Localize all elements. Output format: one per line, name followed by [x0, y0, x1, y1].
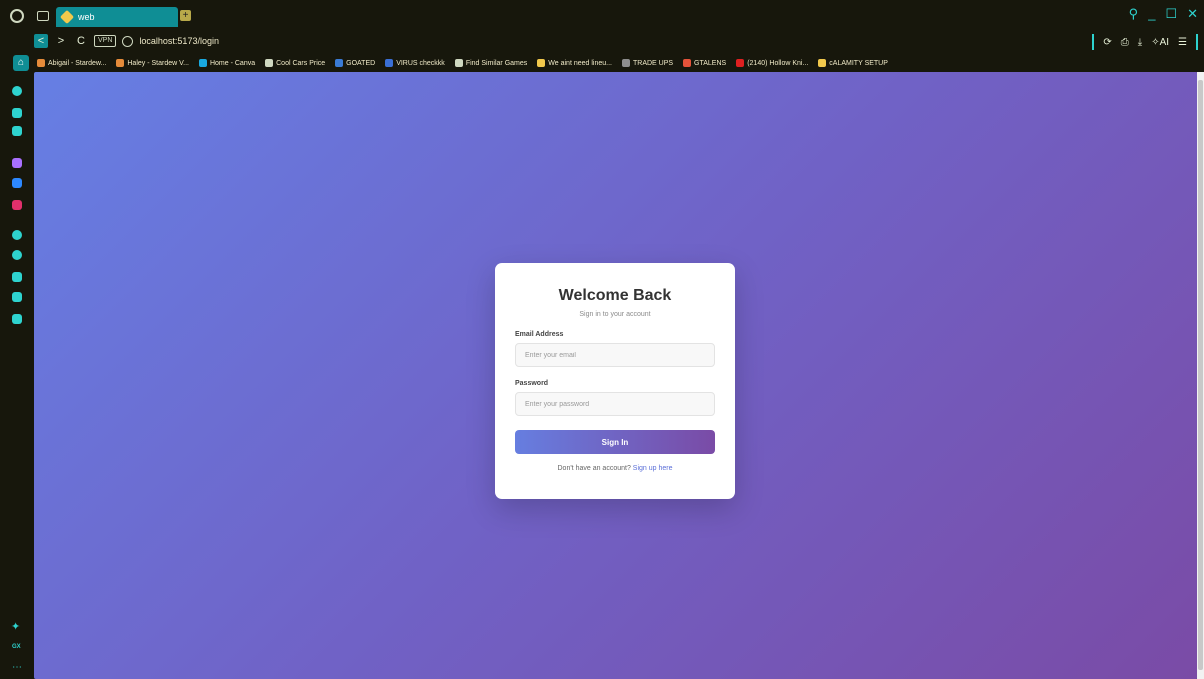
- bookmark-favicon-icon: [116, 59, 125, 67]
- page-title: Welcome Back: [558, 287, 672, 304]
- login-card: Welcome Back Sign in to your account Ema…: [495, 263, 735, 499]
- bookmark-favicon-icon: [335, 59, 344, 67]
- bookmark-favicon-icon: [683, 59, 692, 67]
- bookmark-item[interactable]: GOATED: [335, 59, 375, 67]
- bookmark-item[interactable]: TRADE UPS: [621, 59, 674, 67]
- bookmark-label: GOATED: [346, 59, 376, 67]
- browser-window: web + ⚲ _ ☐ ✕ < > C VPN localhost:5173/l…: [0, 0, 1204, 679]
- signup-prompt: Don't have an account? Sign up here: [515, 465, 715, 472]
- favicon-icon: [59, 9, 75, 25]
- signup-prompt-text: Don't have an account?: [557, 465, 631, 472]
- history-icon[interactable]: [12, 250, 22, 260]
- menu-icon[interactable]: ☰: [1178, 37, 1187, 48]
- tab-islands-icon[interactable]: [37, 11, 49, 21]
- bookmark-favicon-icon: [454, 59, 463, 67]
- bookmark-item[interactable]: Abigail - Stardew...: [37, 59, 106, 67]
- settings-icon[interactable]: [12, 314, 22, 324]
- bookmark-favicon-icon: [621, 59, 630, 67]
- page-subtitle: Sign in to your account: [579, 311, 651, 318]
- bookmark-label: Haley - Stardew V...: [127, 59, 189, 67]
- forward-button[interactable]: >: [54, 34, 68, 48]
- back-button[interactable]: <: [34, 34, 48, 48]
- bookmark-item[interactable]: GTALENS: [683, 59, 726, 67]
- minimize-button[interactable]: _: [1148, 6, 1155, 22]
- close-button[interactable]: ✕: [1187, 6, 1198, 22]
- bookmark-favicon-icon: [818, 59, 827, 67]
- bookmark-item[interactable]: VIRUS checkkk: [385, 59, 445, 67]
- divider: [1196, 34, 1198, 50]
- window-controls: ⚲ _ ☐ ✕: [1129, 6, 1198, 22]
- divider: [1092, 34, 1095, 50]
- vpn-badge[interactable]: VPN: [94, 35, 117, 47]
- bookmark-favicon-icon: [385, 59, 394, 67]
- tab-title: web: [78, 12, 95, 22]
- downloads-icon[interactable]: [12, 272, 22, 282]
- address-input[interactable]: localhost:5173/login: [139, 36, 219, 46]
- bookmark-favicon-icon: [736, 59, 745, 67]
- scrollbar-thumb[interactable]: [1198, 80, 1203, 670]
- instagram-icon[interactable]: [12, 200, 22, 210]
- site-info-icon[interactable]: [122, 35, 134, 47]
- bookmark-item[interactable]: Cool Cars Price: [265, 59, 325, 67]
- snapshot-icon[interactable]: ⟳: [1103, 37, 1111, 48]
- bookmark-label: Abigail - Stardew...: [48, 59, 107, 67]
- aria-icon[interactable]: [12, 86, 22, 96]
- password-field[interactable]: [515, 392, 715, 416]
- messenger-icon[interactable]: [12, 178, 22, 188]
- twitch-icon[interactable]: [12, 158, 22, 168]
- chat-icon[interactable]: [12, 108, 22, 118]
- bookmark-label: VIRUS checkkk: [396, 59, 445, 67]
- bookmark-item[interactable]: Home - Canva: [198, 59, 256, 67]
- ai-button[interactable]: ✧AI: [1151, 37, 1169, 48]
- sign-in-button[interactable]: Sign In: [515, 430, 715, 454]
- bookmarks-bar: ⌂ Abigail - Stardew... Haley - Stardew V.…: [0, 54, 1204, 72]
- bookmark-favicon-icon: [198, 59, 207, 67]
- extensions-icon[interactable]: [12, 292, 22, 302]
- news-icon[interactable]: [12, 126, 22, 136]
- bookmark-label: Home - Canva: [209, 59, 256, 67]
- bookmark-item[interactable]: (2140) Hollow Kni...: [736, 59, 808, 67]
- tab-strip: web + ⚲ _ ☐ ✕: [0, 0, 1204, 32]
- print-icon[interactable]: ⎙: [1121, 37, 1129, 48]
- download-icon[interactable]: ⤓: [1138, 37, 1142, 48]
- home-icon[interactable]: ⌂: [13, 55, 29, 71]
- address-bar-row: < > C VPN localhost:5173/login ⟳ ⎙ ⤓ ✧AI…: [0, 32, 1204, 54]
- gx-icon[interactable]: GX: [12, 644, 21, 650]
- signup-link[interactable]: Sign up here: [633, 465, 673, 472]
- tab-web[interactable]: web: [56, 7, 178, 27]
- bookmark-label: GTALENS: [694, 59, 727, 67]
- bookmark-label: TRADE UPS: [632, 59, 674, 67]
- bookmark-label: cALAMITY SETUP: [829, 59, 888, 67]
- spotify-icon[interactable]: [12, 230, 22, 240]
- password-label: Password: [515, 380, 549, 387]
- bookmark-item[interactable]: Haley - Stardew V...: [116, 59, 189, 67]
- bookmark-label: We aint need lineu...: [548, 59, 612, 67]
- bookmark-favicon-icon: [537, 59, 546, 67]
- bookmark-favicon-icon: [265, 59, 274, 67]
- email-field[interactable]: [515, 343, 715, 367]
- bookmark-favicon-icon: [37, 59, 45, 67]
- scrollbar[interactable]: [1197, 72, 1204, 679]
- page-viewport: Welcome Back Sign in to your account Ema…: [34, 72, 1198, 679]
- bookmark-label: Cool Cars Price: [276, 59, 326, 67]
- ai-label: AI: [1159, 36, 1170, 48]
- new-tab-button[interactable]: +: [180, 10, 191, 21]
- bookmark-item[interactable]: We aint need lineu...: [537, 59, 612, 67]
- bookmark-item[interactable]: cALAMITY SETUP: [818, 59, 888, 67]
- search-tabs-icon[interactable]: ⚲: [1129, 6, 1139, 22]
- opera-logo-icon[interactable]: [10, 9, 24, 23]
- reload-button[interactable]: C: [74, 34, 88, 48]
- player-icon[interactable]: ✦: [11, 620, 20, 633]
- bookmark-label: Find Similar Games: [465, 59, 528, 67]
- more-icon[interactable]: ⋯: [12, 662, 22, 673]
- sidebar: ✦ GX ⋯: [0, 72, 34, 679]
- bookmark-item[interactable]: Find Similar Games: [454, 59, 528, 67]
- maximize-button[interactable]: ☐: [1165, 6, 1177, 22]
- bookmark-label: (2140) Hollow Kni...: [747, 59, 809, 67]
- bookmark-list: Abigail - Stardew... Haley - Stardew V...…: [37, 54, 888, 72]
- email-label: Email Address: [515, 331, 564, 338]
